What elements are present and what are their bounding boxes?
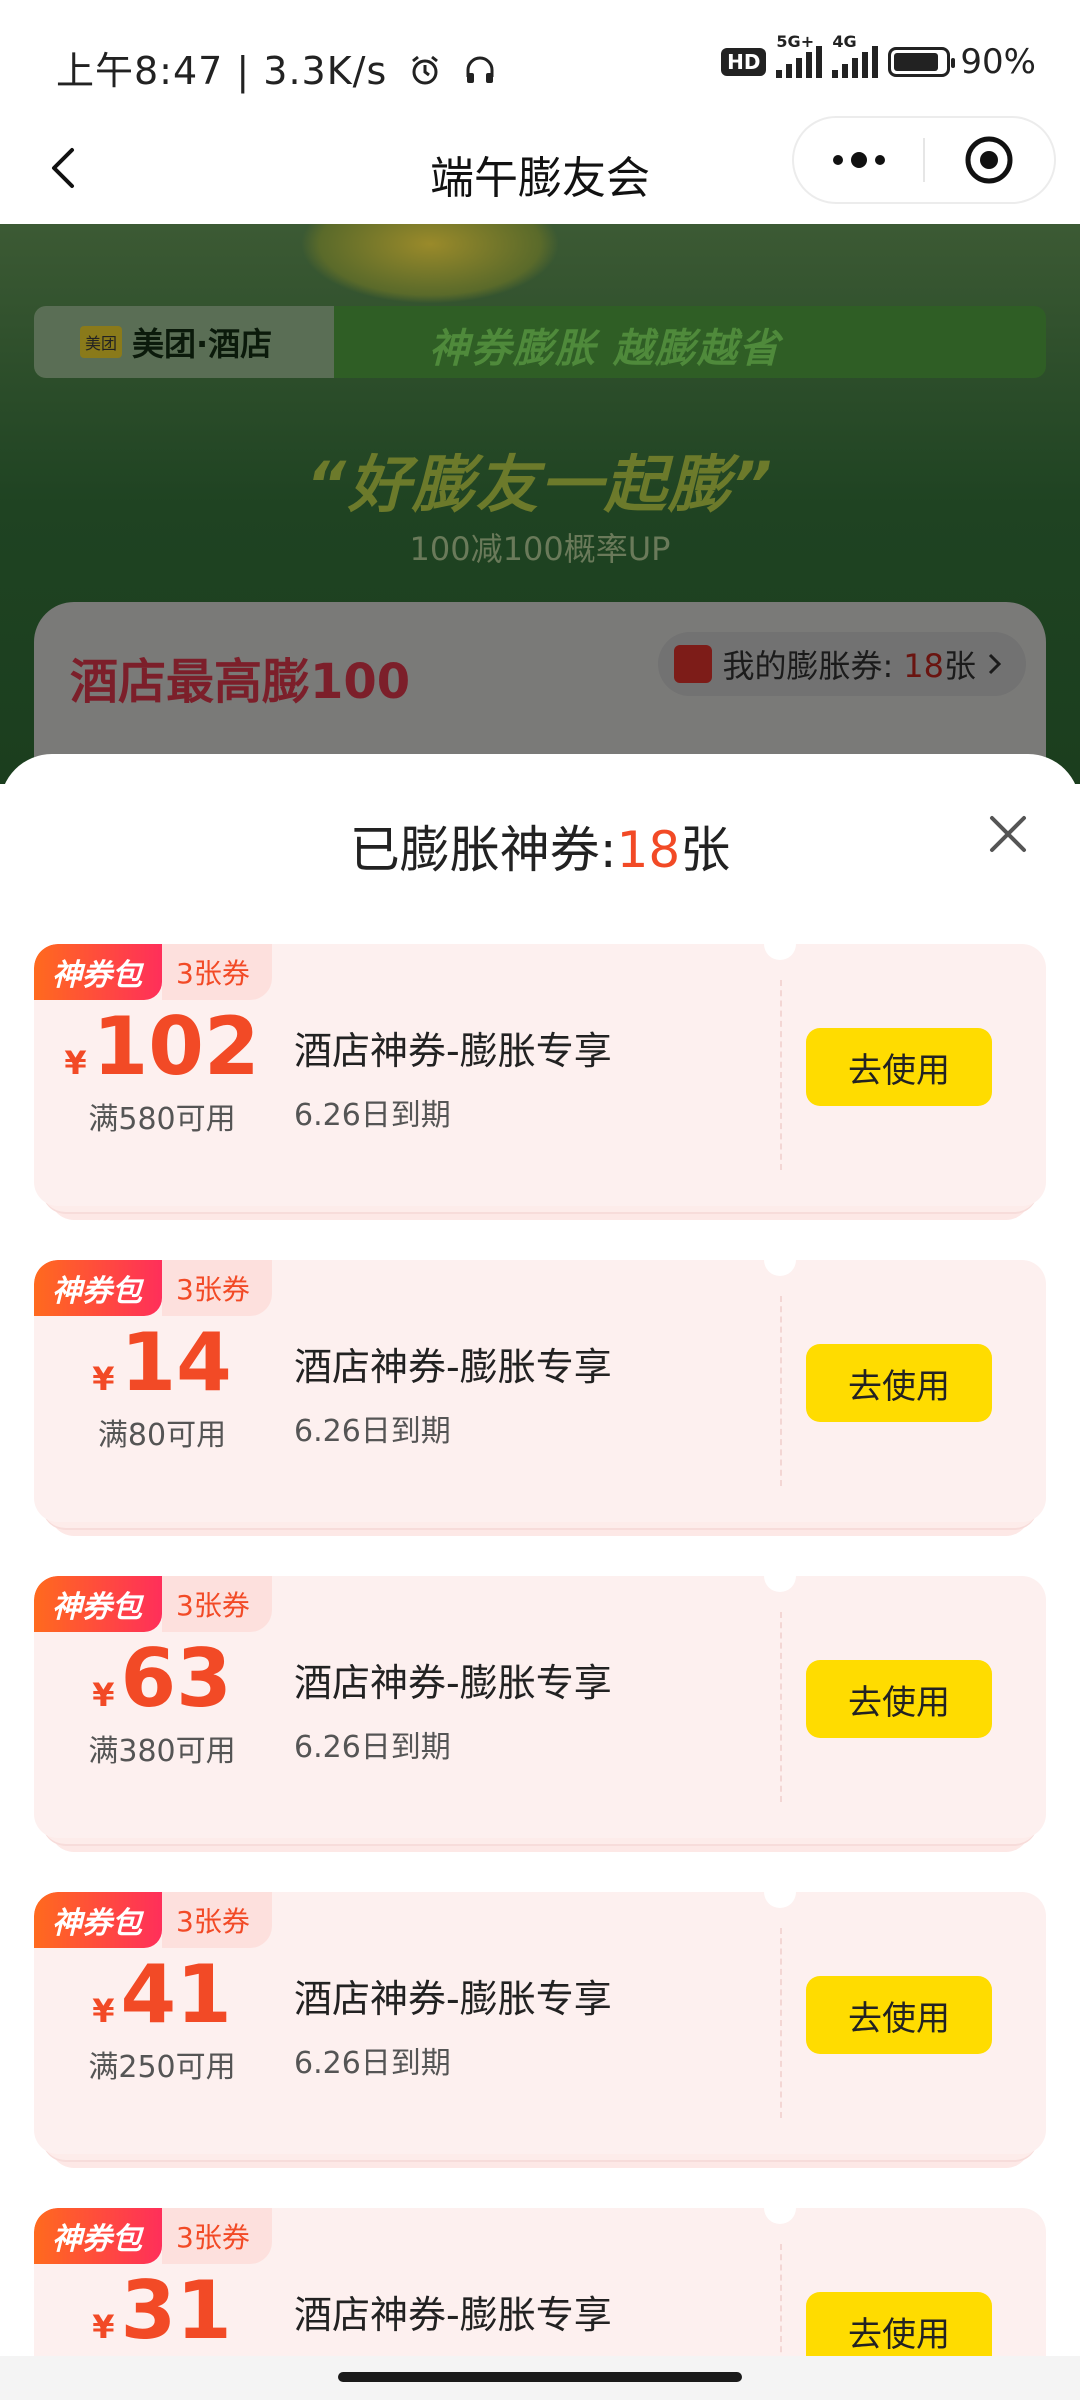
status-indicators: HD 5G+ 4G 90% [721,32,1036,84]
currency-symbol: ¥ [92,1992,115,2030]
meituan-logo: 美团 [80,326,122,358]
close-miniprogram-button[interactable] [925,118,1054,202]
coupon-card: 神券包 3张券 ¥63 满380可用 酒店神券-膨胀专享 6.26日到期 去使用 [34,1560,1046,1862]
close-button[interactable] [982,808,1034,860]
currency-symbol: ¥ [92,1360,115,1398]
currency-symbol: ¥ [92,2308,115,2346]
coupon-expire: 6.26日到期 [294,1414,451,1449]
coupon-count: 3张券 [162,944,272,1000]
home-indicator[interactable] [338,2372,742,2382]
more-dots-icon [832,155,843,165]
coupon-sheet: 已膨胀神券:18张 神券包 3张券 ¥102 满580可用 酒店神券-膨胀专享 … [0,754,1080,2400]
promo-banner: 美团 美团·酒店 神券膨胀 越膨越省 “好膨友一起膨” 100减100概率UP … [0,224,1080,784]
close-icon [990,816,1026,852]
coupon-condition: 满580可用 [88,1102,236,1137]
use-coupon-button[interactable]: 去使用 [806,1344,992,1422]
use-coupon-button[interactable]: 去使用 [806,1660,992,1738]
headset-icon [463,52,497,96]
coupon-tag: 神券包 [34,1892,162,1948]
brand-slogan: 神券膨胀 越膨越省 [429,326,781,372]
hotel-card-title: 酒店最高膨100 [70,654,411,710]
coupon-title: 酒店神券-膨胀专享 [294,1345,612,1389]
use-coupon-button[interactable]: 去使用 [806,1976,992,2054]
coupon-amount: 31 [120,2264,232,2357]
coupon-title: 酒店神券-膨胀专享 [294,2293,612,2337]
coupon-title: 酒店神券-膨胀专享 [294,1977,612,2021]
network-label-1: 5G+ [776,32,815,51]
coupon-amount: 14 [120,1316,232,1409]
use-coupon-button[interactable]: 去使用 [806,1028,992,1106]
signal-icon: 4G [832,32,879,78]
coupon-condition: 满380可用 [88,1734,236,1769]
currency-symbol: ¥ [64,1044,87,1082]
my-coupons-label: 我的膨胀券: [722,647,894,685]
coupon-badge: 神券包 3张券 [34,1892,272,1948]
alarm-icon [408,52,442,96]
target-icon [965,136,1013,184]
sheet-title-count: 18 [616,821,681,879]
coupon-count: 3张券 [162,1576,272,1632]
coupon-badge: 神券包 3张券 [34,1576,272,1632]
network-label-2: 4G [832,32,857,51]
sheet-title-prefix: 已膨胀神券: [349,821,617,879]
coupon-count: 3张券 [162,2208,272,2264]
banner-headline: “好膨友一起膨” [306,448,774,521]
coupon-price: ¥41 [34,1950,290,2040]
signal-icon: 5G+ [776,32,823,78]
coupon-expire: 6.26日到期 [294,1730,451,1765]
sheet-title-unit: 张 [680,821,731,879]
coupon-title: 酒店神券-膨胀专享 [294,1661,612,1705]
coupon-price: ¥63 [34,1634,290,1724]
battery-icon [888,47,956,77]
coupon-badge: 神券包 3张券 [34,944,272,1000]
banner-decoration [300,224,560,304]
banner-subline: 100减100概率UP [409,530,671,568]
coupon-icon [674,645,713,683]
my-coupons-button[interactable]: 我的膨胀券: 18张 [658,632,1026,696]
my-coupons-count: 18 [903,647,944,685]
sheet-title: 已膨胀神券:18张 [0,810,1080,882]
coupon-badge: 神券包 3张券 [34,2208,272,2264]
coupon-tag: 神券包 [34,2208,162,2264]
brand-name: 美团·酒店 [132,325,273,363]
more-button[interactable] [794,118,923,202]
coupon-card: 神券包 3张券 ¥14 满80可用 酒店神券-膨胀专享 6.26日到期 去使用 [34,1244,1046,1546]
coupon-amount: 102 [92,1000,260,1093]
coupon-tag: 神券包 [34,944,162,1000]
coupon-price: ¥14 [34,1318,290,1408]
coupon-title: 酒店神券-膨胀专享 [294,1029,612,1073]
nav-bar: 端午膨友会 [0,112,1080,224]
coupon-tag: 神券包 [34,1576,162,1632]
chevron-right-icon [988,653,1002,675]
coupon-count: 3张券 [162,1260,272,1316]
coupon-count: 3张券 [162,1892,272,1948]
coupon-tag: 神券包 [34,1260,162,1316]
brand-pill: 美团 美团·酒店 [34,306,334,378]
status-time: 上午8:47 | 3.3K/s [56,40,497,96]
currency-symbol: ¥ [92,1676,115,1714]
coupon-price: ¥102 [34,1002,290,1092]
coupon-amount: 41 [120,1948,232,2041]
status-bar: 上午8:47 | 3.3K/s HD 5G+ 4G 90% [0,0,1080,112]
coupon-badge: 神券包 3张券 [34,1260,272,1316]
coupon-card: 神券包 3张券 ¥41 满250可用 酒店神券-膨胀专享 6.26日到期 去使用 [34,1876,1046,2178]
battery-percent: 90% [960,42,1036,82]
coupon-condition: 满80可用 [97,1418,227,1453]
my-coupons-unit: 张 [943,647,976,685]
brand-strip: 美团 美团·酒店 神券膨胀 越膨越省 [34,306,1046,378]
mini-program-capsule [792,116,1056,204]
coupon-expire: 6.26日到期 [294,1098,451,1133]
status-time-text: 上午8:47 | 3.3K/s [56,49,388,93]
coupon-amount: 63 [120,1632,232,1725]
coupon-expire: 6.26日到期 [294,2046,451,2081]
coupon-condition: 满250可用 [88,2050,236,2085]
coupon-card: 神券包 3张券 ¥102 满580可用 酒店神券-膨胀专享 6.26日到期 去使… [34,928,1046,1230]
coupon-price: ¥31 [34,2266,290,2356]
hd-badge: HD [721,48,767,76]
